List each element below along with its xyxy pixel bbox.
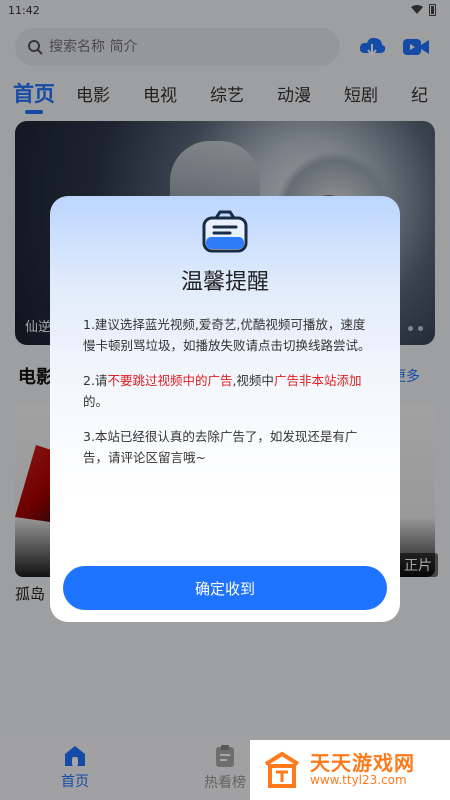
notice-item-2-mid: ,视频中 [232, 373, 274, 388]
watermark-logo-icon [264, 751, 300, 788]
notice-warning-1: 不要跳过视频中的广告 [107, 373, 233, 388]
dialog-title: 温馨提醒 [180, 270, 269, 295]
notice-item-2: 2.请不要跳过视频中的广告,视频中广告非本站添加的。 [83, 370, 373, 412]
notice-bag-icon [202, 210, 248, 253]
notice-item-2-suffix: 的。 [83, 394, 109, 409]
notice-item-2-prefix: 2.请 [83, 373, 108, 388]
watermark-title: 天天游戏网 [310, 751, 415, 776]
watermark: 天天游戏网 www.ttyl23.com [250, 740, 450, 800]
notice-dialog: 温馨提醒 1.建议选择蓝光视频,爱奇艺,优酷视频可播放，速度慢卡顿别骂垃圾，如播… [50, 196, 400, 622]
notice-warning-2: 广告非本站添加 [273, 373, 362, 388]
notice-item-1: 1.建议选择蓝光视频,爱奇艺,优酷视频可播放，速度慢卡顿别骂垃圾，如播放失败请点… [83, 317, 371, 353]
dialog-body: 1.建议选择蓝光视频,爱奇艺,优酷视频可播放，速度慢卡顿别骂垃圾，如播放失败请点… [83, 314, 373, 482]
notice-item-3: 3.本站已经很认真的去除广告了，如发现还是有广告，请评论区留言哦~ [83, 429, 358, 465]
watermark-url: www.ttyl23.com [310, 773, 407, 788]
confirm-button[interactable]: 确定收到 [63, 566, 387, 610]
